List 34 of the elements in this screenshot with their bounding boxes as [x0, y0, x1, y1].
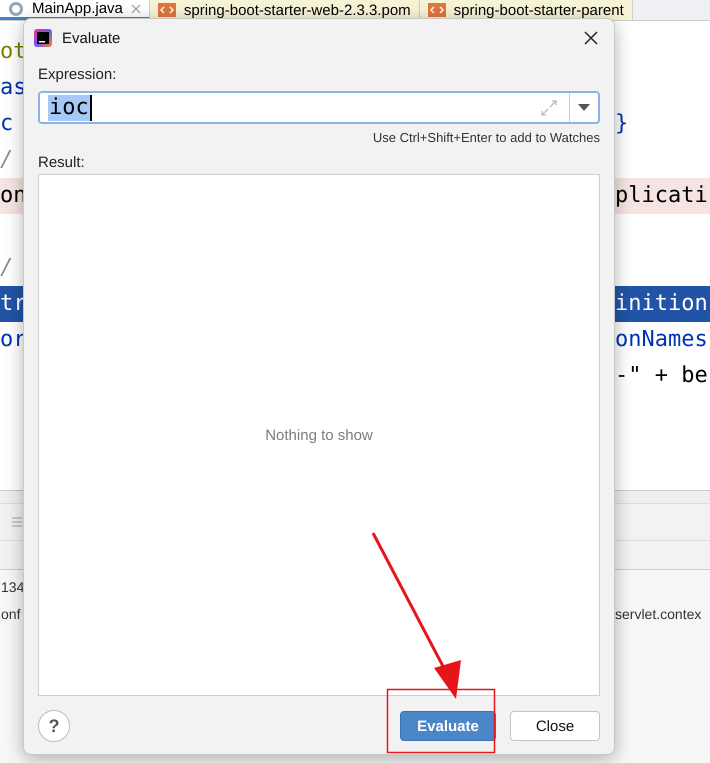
field-label: Expression:	[38, 66, 118, 83]
empty-message: Nothing to show	[265, 426, 373, 444]
close-button[interactable]: Close	[510, 711, 600, 741]
expand-icon[interactable]	[541, 100, 557, 116]
editor-tab[interactable]: spring-boot-starter-web-2.3.3.pom	[150, 0, 420, 20]
code-text: plicati	[615, 182, 709, 210]
close-icon	[584, 31, 598, 45]
code-file-icon	[428, 3, 446, 17]
code-text: ot	[0, 38, 26, 66]
code-text: -" + be	[615, 362, 709, 390]
expression-field[interactable]: ioc	[38, 91, 600, 124]
console-text: servlet.contex	[615, 605, 702, 624]
evaluate-button[interactable]: Evaluate	[400, 711, 496, 741]
editor-tab[interactable]: MainApp.java	[0, 0, 150, 20]
code-text: c	[0, 110, 14, 138]
code-text: inition	[615, 290, 709, 318]
code-text: }	[615, 110, 630, 138]
editor-tab[interactable]: spring-boot-starter-parent	[420, 0, 633, 20]
app-icon	[34, 29, 52, 47]
code-file-icon	[158, 3, 176, 17]
code-text: onNames	[615, 326, 709, 354]
hint-text: Use Ctrl+Shift+Enter to add to Watches	[372, 130, 600, 145]
dropdown-arrow-icon[interactable]	[578, 104, 590, 111]
code-text: /	[0, 146, 14, 174]
console-text: 134	[1, 578, 24, 597]
class-icon	[8, 0, 24, 16]
list-icon[interactable]	[12, 516, 22, 528]
close-icon[interactable]	[130, 4, 141, 14]
code-text: /	[0, 254, 14, 282]
help-button[interactable]: ?	[38, 710, 70, 742]
result-label: Result:	[38, 154, 86, 171]
code-text: or	[0, 326, 26, 354]
dialog-title: Evaluate	[62, 30, 122, 46]
console-text: onf	[1, 605, 20, 624]
